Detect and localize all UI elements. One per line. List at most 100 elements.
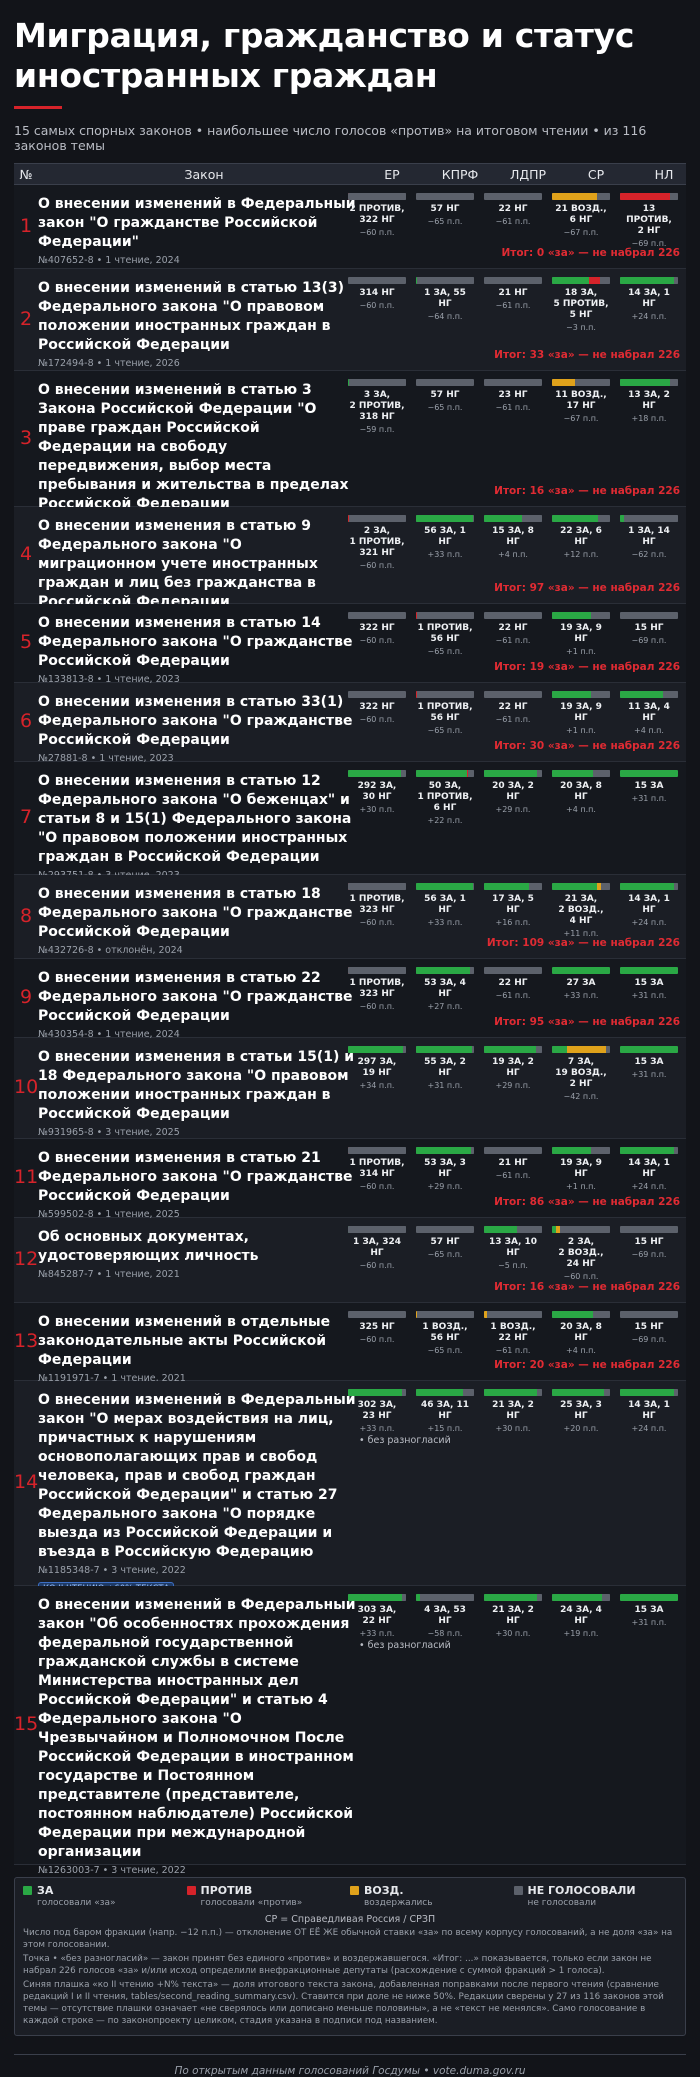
law-cell: О внесении изменения в статью 33(1) Феде…: [38, 693, 356, 764]
table-row: 13О внесении изменений в отдельные закон…: [14, 1303, 686, 1381]
vote-counts: 1 ЗА, 14 НГ: [620, 526, 678, 548]
vote-bar-segment-ng: [484, 1147, 542, 1154]
vote-total: Итог: 95 «за» — не набрал 226: [494, 1016, 680, 1028]
vote-deviation: +18 п.п.: [620, 414, 678, 423]
vote-bar: [484, 277, 542, 284]
party-cell-kprf: 55 ЗА, 2 НГ+31 п.п.: [416, 1046, 474, 1090]
law-cell: О внесении изменений в Федеральный закон…: [38, 1596, 356, 1876]
vote-deviation: +12 п.п.: [552, 550, 610, 559]
vote-counts: 15 ЗА: [620, 978, 678, 989]
vote-bar-segment-ng: [463, 1389, 474, 1396]
party-cell-er: 325 НГ−60 п.п.: [348, 1311, 406, 1344]
vote-bar-segment-za: [552, 1147, 591, 1154]
vote-bar-segment-za: [552, 691, 591, 698]
vote-bar-segment-ng: [473, 883, 474, 890]
law-cell: О внесении изменения в статью 18 Федерал…: [38, 885, 356, 956]
legend-sublabel: голосовали «против»: [187, 1898, 351, 1908]
vote-deviation: +1 п.п.: [552, 1182, 610, 1191]
vote-bar-segment-za: [484, 1226, 517, 1233]
vote-counts: 21 НГ: [484, 1158, 542, 1169]
vote-total: Итог: 30 «за» — не набрал 226: [494, 740, 680, 752]
party-cell-sr: 2 ЗА, 2 ВОЗД., 24 НГ−60 п.п.: [552, 1226, 610, 1281]
vote-bar-segment-ng: [591, 1147, 610, 1154]
vote-counts: 303 ЗА, 22 НГ: [348, 1605, 406, 1627]
vote-counts: 19 ЗА, 9 НГ: [552, 1158, 610, 1180]
vote-counts: 57 НГ: [416, 390, 474, 401]
table-row: 8О внесении изменения в статью 18 Федера…: [14, 875, 686, 959]
header-party-ldpr: ЛДПР: [494, 167, 562, 182]
vote-bar-segment-ng: [403, 1046, 406, 1053]
vote-bar: [484, 1594, 542, 1601]
row-number: 12: [14, 1248, 38, 1270]
vote-deviation: +20 п.п.: [552, 1424, 610, 1433]
vote-deviation: −3 п.п.: [552, 323, 610, 332]
party-cell-kprf: 1 ПРОТИВ, 56 НГ−65 п.п.: [416, 612, 474, 656]
legend-label: НЕ ГОЛОСОВАЛИ: [528, 1884, 636, 1897]
vote-counts: 56 ЗА, 1 НГ: [416, 894, 474, 916]
vote-counts: 56 ЗА, 1 НГ: [416, 526, 474, 548]
vote-bar: [484, 967, 542, 974]
vote-deviation: +30 п.п.: [484, 1629, 542, 1638]
party-cell-kprf: 1 ПРОТИВ, 56 НГ−65 п.п.: [416, 691, 474, 735]
vote-bar-segment-ng: [620, 1311, 678, 1318]
vote-bar: [552, 379, 610, 386]
vote-bar-segment-za: [416, 1389, 463, 1396]
vote-counts: 19 ЗА, 9 НГ: [552, 623, 610, 645]
party-cell-ldpr: 22 НГ−61 п.п.: [484, 612, 542, 645]
party-cell-nl: 15 ЗА+31 п.п.: [620, 1594, 678, 1627]
vote-counts: 20 ЗА, 8 НГ: [552, 1322, 610, 1344]
vote-counts: 1 ВОЗД., 22 НГ: [484, 1322, 542, 1344]
vote-bar: [552, 967, 610, 974]
law-title: О внесении изменения в статью 21 Федерал…: [38, 1149, 356, 1206]
vote-deviation: +30 п.п.: [348, 805, 406, 814]
vote-total: Итог: 16 «за» — не набрал 226: [494, 1281, 680, 1293]
vote-bar-segment-za: [348, 1594, 402, 1601]
vote-counts: 22 НГ: [484, 978, 542, 989]
vote-bar: [620, 691, 678, 698]
vote-bar-segment-ng: [537, 770, 542, 777]
legend: ЗАголосовали «за»ПРОТИВголосовали «проти…: [14, 1877, 686, 2036]
vote-bar-segment-ng: [484, 967, 542, 974]
vote-counts: 2 ЗА, 1 ПРОТИВ, 321 НГ: [348, 526, 406, 559]
party-cell-kprf: 1 ЗА, 55 НГ−64 п.п.: [416, 277, 474, 321]
vote-deviation: −65 п.п.: [416, 1250, 474, 1259]
vote-bar-segment-ng: [348, 612, 406, 619]
vote-bar: [416, 691, 474, 698]
header-number: №: [14, 167, 38, 182]
vote-bar: [416, 1226, 474, 1233]
vote-bar-segment-ng: [670, 379, 678, 386]
vote-deviation: −61 п.п.: [484, 1171, 542, 1180]
vote-deviation: −61 п.п.: [484, 403, 542, 412]
vote-bar: [484, 691, 542, 698]
vote-counts: 57 НГ: [416, 204, 474, 215]
legend-item-title: НЕ ГОЛОСОВАЛИ: [514, 1884, 678, 1897]
vote-bar: [348, 379, 406, 386]
law-title: О внесении изменений в статью 3 Закона Р…: [38, 381, 356, 514]
party-cell-nl: 15 ЗА+31 п.п.: [620, 770, 678, 803]
vote-bar-segment-za: [416, 967, 470, 974]
vote-bar-segment-ng: [417, 612, 474, 619]
vote-total: Итог: 33 «за» — не набрал 226: [494, 349, 680, 361]
footer-divider: [14, 2054, 686, 2055]
legend-item-title: ПРОТИВ: [187, 1884, 351, 1897]
vote-bar: [552, 1226, 610, 1233]
vote-bar-segment-ng: [601, 883, 610, 890]
legend-notes: Число под баром фракции (напр. −12 п.п.)…: [23, 1927, 677, 2027]
vote-bar: [620, 612, 678, 619]
vote-bar: [552, 1594, 610, 1601]
vote-bar: [552, 770, 610, 777]
vote-counts: 4 ЗА, 53 НГ: [416, 1605, 474, 1627]
party-cell-sr: 20 ЗА, 8 НГ+4 п.п.: [552, 1311, 610, 1355]
vote-bar-segment-ng: [348, 883, 406, 890]
vote-deviation: −65 п.п.: [416, 647, 474, 656]
vote-deviation: +27 п.п.: [416, 1002, 474, 1011]
law-meta: №1185348-7 • 3 чтение, 2022: [38, 1565, 356, 1576]
vote-counts: 7 ЗА, 19 ВОЗД., 2 НГ: [552, 1057, 610, 1090]
party-cell-er: 1 ПРОТИВ, 323 НГ−60 п.п.: [348, 967, 406, 1011]
law-title: О внесении изменений в Федеральный закон…: [38, 195, 356, 252]
vote-counts: 21 ВОЗД., 6 НГ: [552, 204, 610, 226]
vote-bar-segment-za: [620, 967, 678, 974]
vote-bar: [484, 379, 542, 386]
vote-bar-segment-za: [552, 1046, 567, 1053]
table-header: № Закон ЕР КПРФ ЛДПР СР НЛ: [14, 163, 686, 185]
